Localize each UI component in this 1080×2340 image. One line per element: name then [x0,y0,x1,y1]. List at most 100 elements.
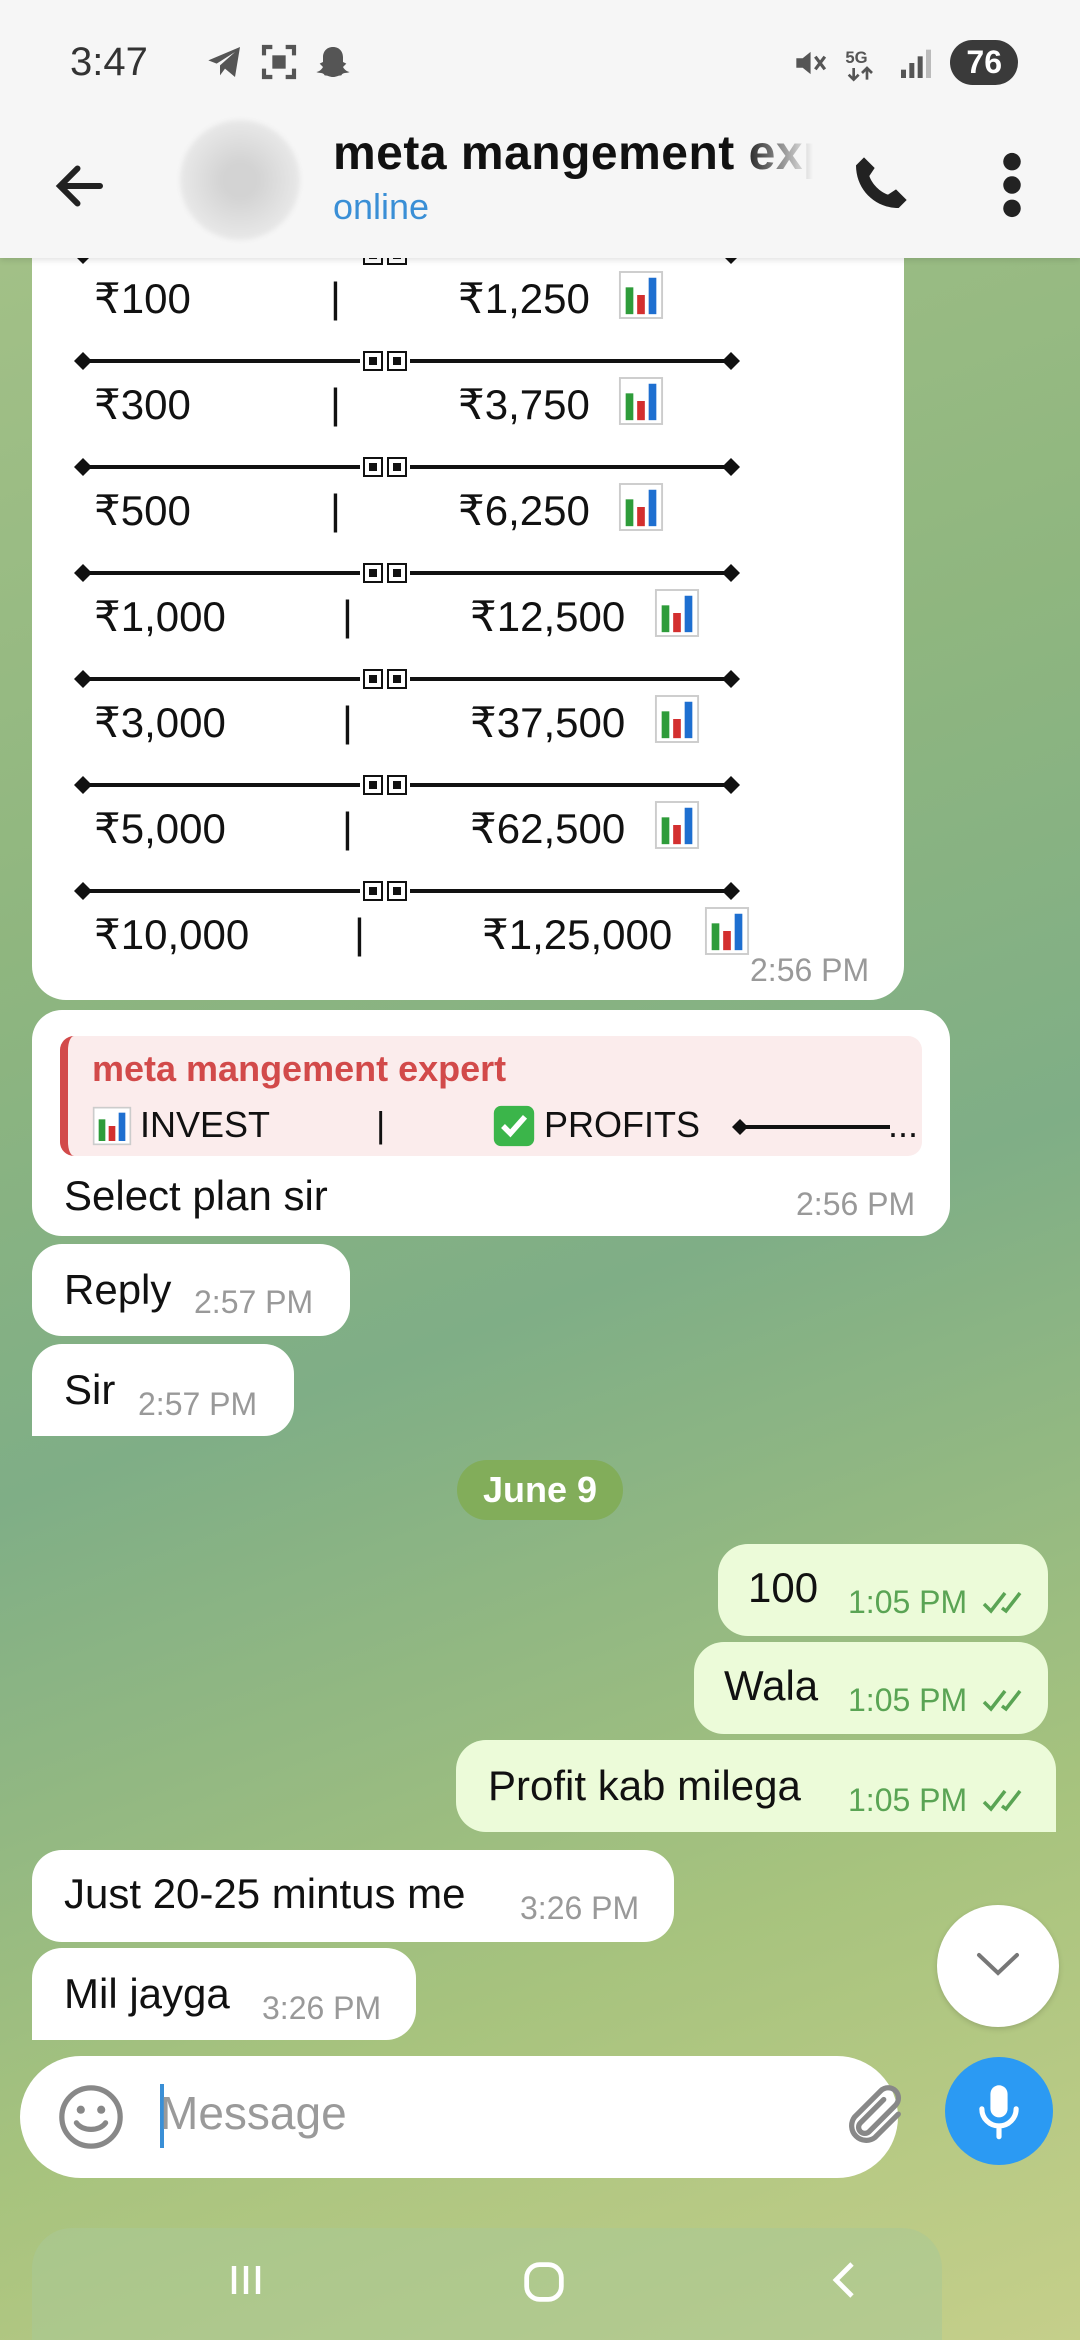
column-divider: | [330,380,341,427]
back-arrow-icon[interactable] [50,156,110,216]
screenshot-icon [261,44,297,80]
column-divider: | [330,274,341,321]
message-bubble[interactable]: Just 20-25 mintus me 3:26 PM [32,1850,674,1942]
column-divider: | [342,804,353,851]
message-time: 2:57 PM [138,1386,258,1422]
profit-amount: ₹3,750 [458,381,590,428]
bar-chart-icon [654,695,700,743]
bar-chart-icon [618,483,664,531]
row-separator [74,775,740,795]
invest-amount: ₹10,000 [94,911,250,958]
message-bubble[interactable]: Mil jayga 3:26 PM [32,1948,416,2040]
bar-chart-icon [654,801,700,849]
bar-chart-icon [654,589,700,637]
message-time: 1:05 PM [848,1682,968,1718]
row-separator [74,669,740,689]
back-nav-icon[interactable] [822,2256,870,2304]
message-time: 2:57 PM [194,1284,314,1320]
message-composer[interactable]: Message [20,2056,902,2178]
attach-icon[interactable] [840,2082,910,2152]
chevron-down-icon [977,1953,1019,1976]
column-divider: | [330,486,341,533]
notification-icons [205,42,353,82]
message-text: Just 20-25 mintus me [64,1870,466,1917]
row-separator [74,563,740,583]
row-separator [74,351,740,371]
row-separator [74,881,740,901]
invest-amount: ₹3,000 [94,699,226,746]
invest-amount: ₹5,000 [94,805,226,852]
invest-amount: ₹300 [94,381,191,428]
system-navigation-bar [32,2228,942,2340]
invest-amount: ₹1,000 [94,593,226,640]
chat-title[interactable]: meta mangement expert [333,126,813,181]
microphone-icon [979,2085,1019,2140]
double-check-icon [982,1789,1022,1812]
avatar[interactable] [180,120,300,240]
message-text: 100 [748,1564,819,1611]
status-bar: 3:47 5G 76 [0,0,1080,120]
home-icon[interactable] [518,2256,570,2308]
signal-icon [901,49,932,78]
snapchat-icon [316,47,350,77]
quoted-invest: INVEST [140,1104,271,1145]
phone-call-icon[interactable] [848,152,912,216]
svg-text:5G: 5G [846,48,868,67]
message-text: Mil jayga [64,1970,230,2017]
profit-amount: ₹1,250 [458,275,590,322]
bar-chart-icon [618,377,664,425]
quoted-divider: | [376,1104,386,1145]
check-mark-icon [493,1105,535,1147]
5g-icon: 5G [846,48,874,82]
column-divider: | [342,592,353,639]
emoji-icon[interactable] [56,2082,126,2152]
more-options-icon[interactable] [1000,150,1024,220]
quoted-profits: PROFITS [544,1104,701,1145]
voice-record-button[interactable] [945,2057,1053,2165]
outgoing-message-bubble[interactable]: Wala 1:05 PM [694,1642,1048,1734]
invest-amount: ₹100 [94,275,191,322]
recent-apps-icon[interactable] [222,2256,270,2304]
column-divider: | [342,698,353,745]
row-separator [74,457,740,477]
message-time: 2:56 PM [796,1186,916,1222]
bar-chart-icon [618,271,664,319]
chat-header: meta mangement expert online [0,120,1080,258]
profit-amount: ₹37,500 [470,699,626,746]
top-bar: 3:47 5G 76 meta mangement expert online [0,0,1080,258]
status-time: 3:47 [70,40,148,84]
profit-amount: ₹1,25,000 [482,911,673,958]
profit-amount: ₹62,500 [470,805,626,852]
message-input[interactable]: Message [160,2086,347,2140]
quoted-ellipsis: ... [888,1104,919,1145]
message-time: 2:56 PM [750,952,870,988]
quoted-message[interactable]: meta mangement expert INVEST | PROFITS .… [60,1036,922,1156]
message-bubble[interactable]: Sir 2:57 PM [32,1344,294,1436]
message-text: Reply [64,1266,172,1313]
outgoing-message-bubble[interactable]: Profit kab milega 1:05 PM [456,1740,1056,1832]
outgoing-message-bubble[interactable]: 100 1:05 PM [718,1544,1048,1636]
reply-message-bubble[interactable]: meta mangement expert INVEST | PROFITS .… [32,1010,950,1236]
bar-chart-icon [704,907,750,955]
message-text: Sir [64,1366,116,1413]
quoted-author: meta mangement expert [92,1048,507,1089]
telegram-icon [208,47,240,77]
message-time: 1:05 PM [848,1584,968,1620]
date-chip: June 9 [457,1460,623,1520]
divider-line-icon [732,1119,890,1135]
chat-status: online [333,186,430,227]
message-text: Profit kab milega [488,1762,801,1809]
bar-chart-icon [92,1106,132,1146]
scroll-to-bottom-button[interactable] [937,1905,1059,2027]
message-bubble[interactable]: Reply 2:57 PM [32,1244,350,1336]
column-divider: | [354,910,365,957]
system-icons: 5G 76 [790,40,1018,85]
profit-amount: ₹12,500 [470,593,626,640]
plan-message-bubble[interactable]: ₹100 | ₹1,250 ₹300 | ₹3,750 ₹500 | ₹6,250 ₹1,000 |… [32,240,904,1000]
message-time: 1:05 PM [848,1782,968,1818]
double-check-icon [982,1591,1022,1614]
double-check-icon [982,1689,1022,1712]
profit-amount: ₹6,250 [458,487,590,534]
message-text: Select plan sir [64,1172,328,1219]
battery-indicator: 76 [950,40,1018,85]
